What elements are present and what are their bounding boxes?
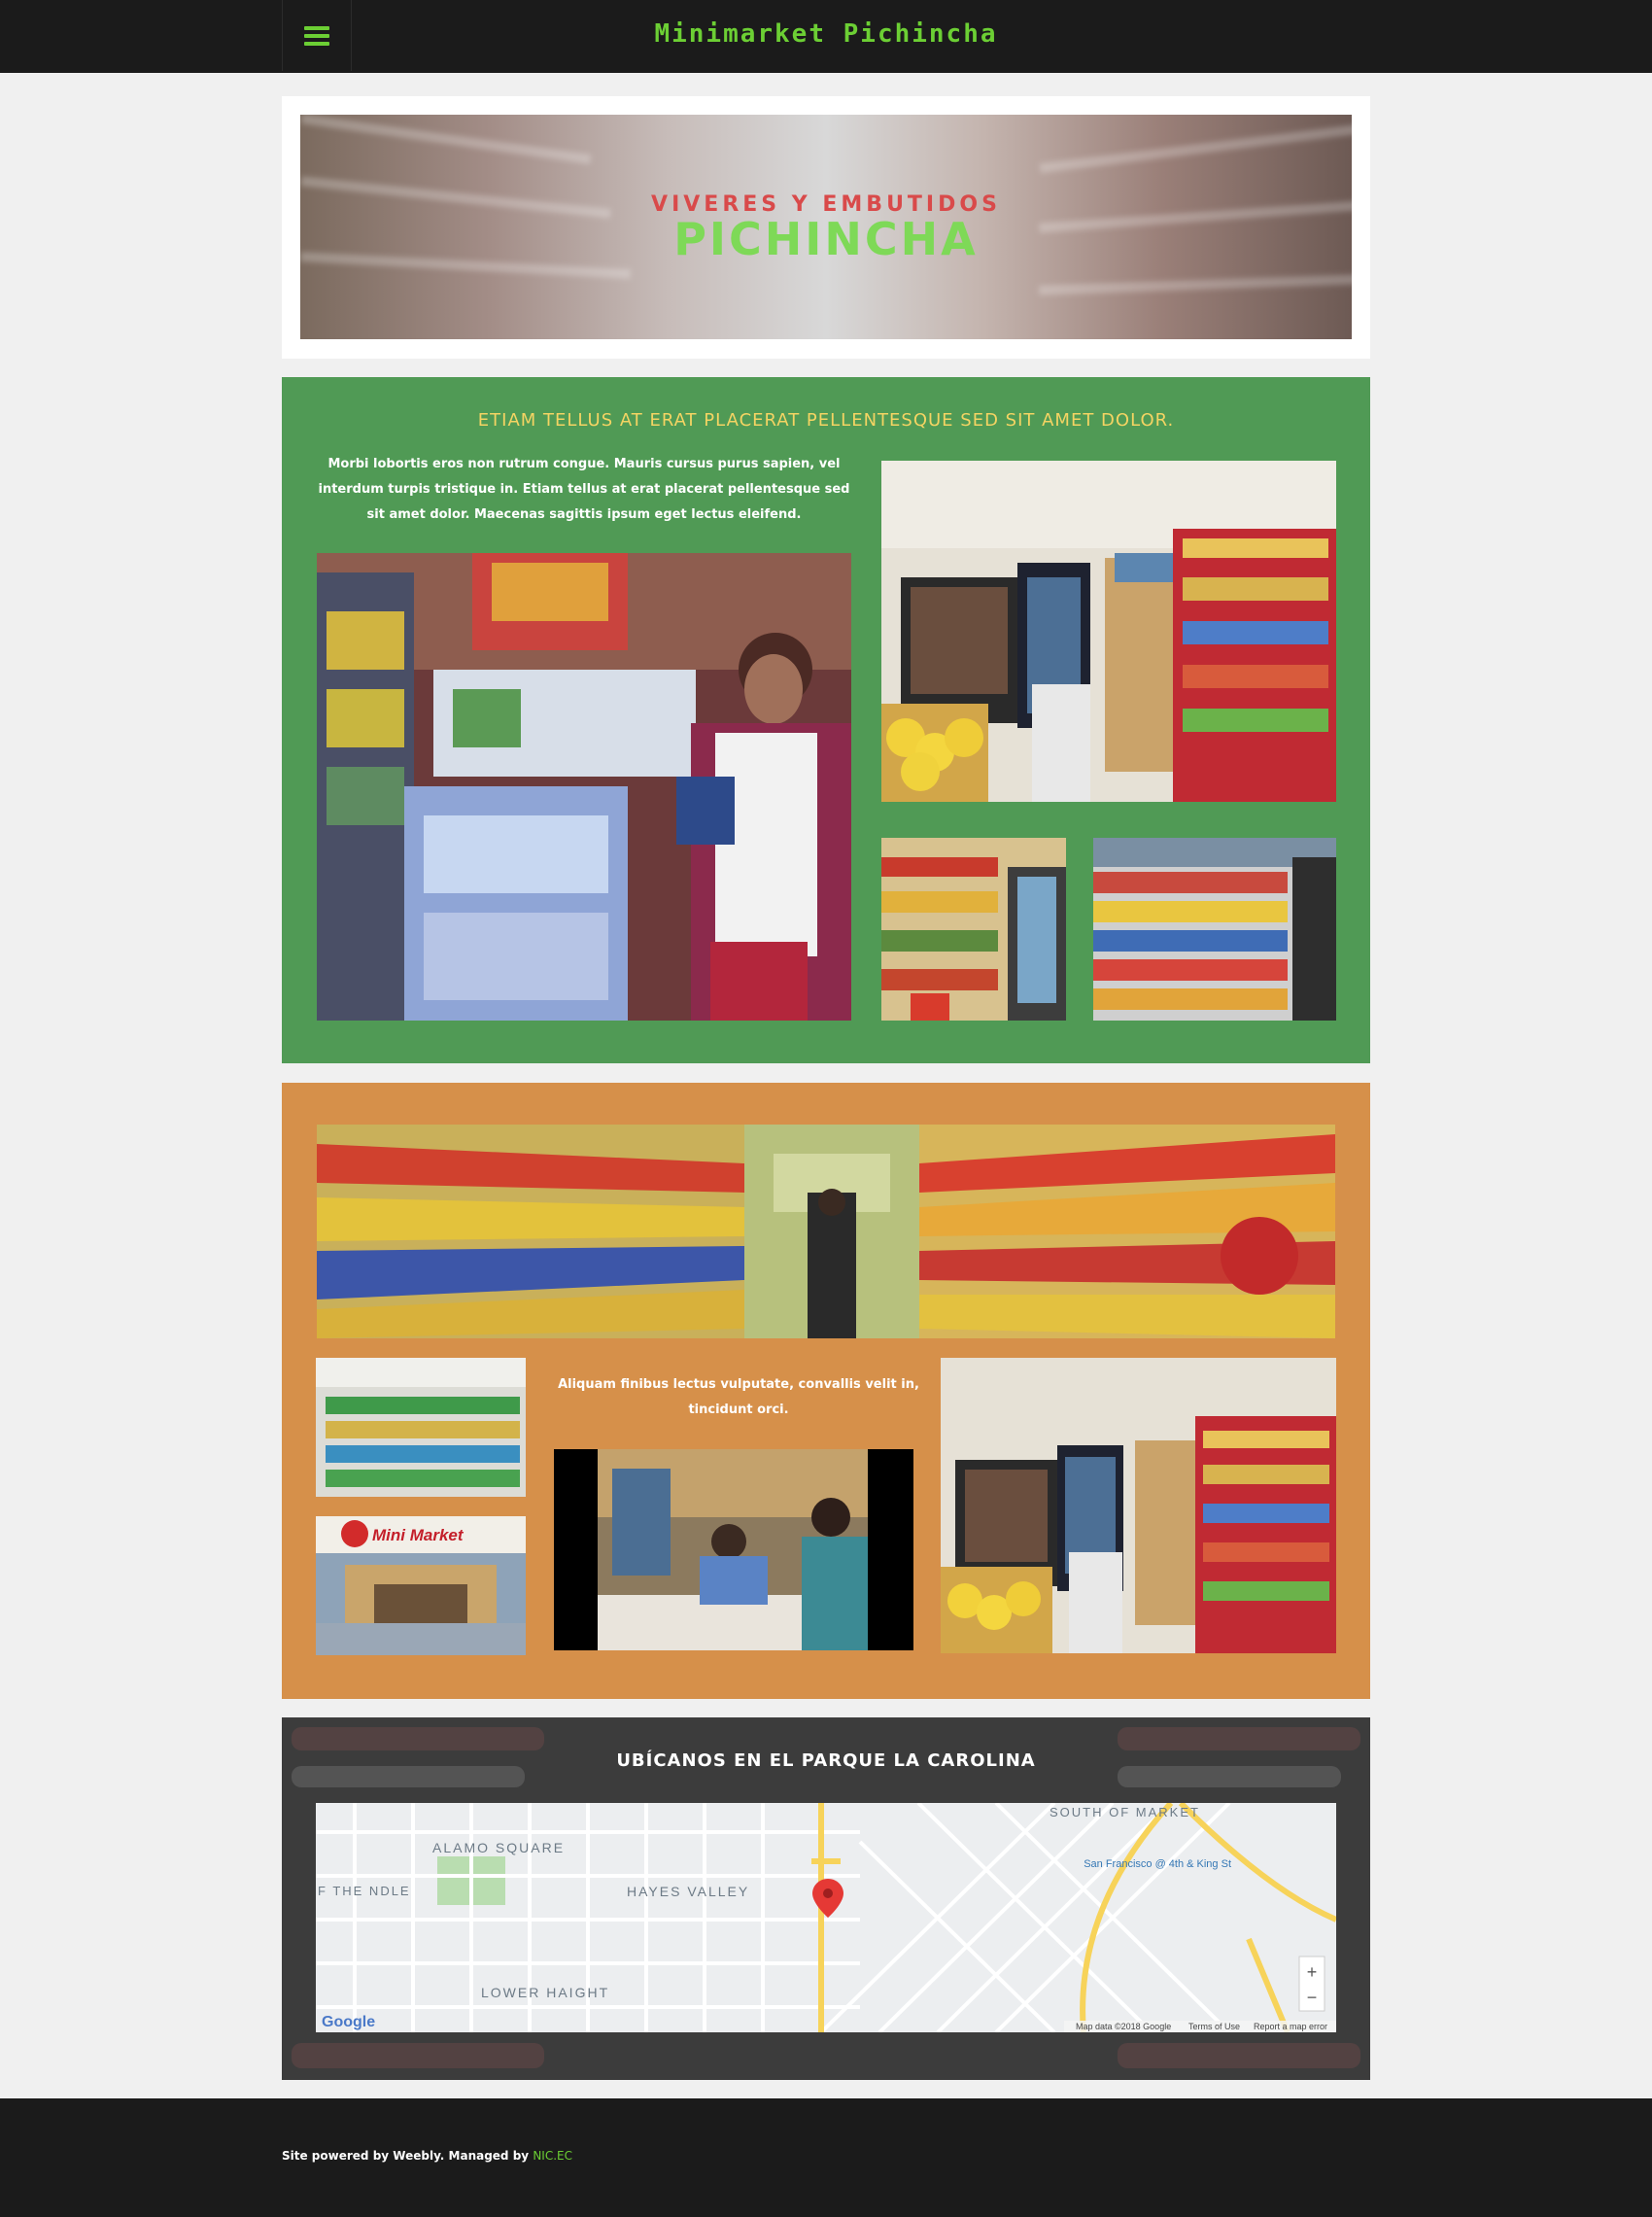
photo-aisle-panorama[interactable]	[317, 1125, 1335, 1338]
store-sign-text: Mini Market	[372, 1526, 465, 1544]
hero-banner: VIVERES Y EMBUTIDOS PICHINCHA	[282, 96, 1370, 359]
photo-snack-aisle-image	[1093, 838, 1336, 1021]
map-terms-link[interactable]: Terms of Use	[1188, 2022, 1240, 2031]
photo-aisle-panorama-image	[317, 1125, 1335, 1338]
footer-credit: Site powered by Weebly. Managed by	[282, 2149, 530, 2163]
photo-store-interior-2-image	[941, 1358, 1336, 1653]
photo-store-shelves-green[interactable]	[316, 1358, 526, 1497]
site-title[interactable]: Minimarket Pichincha	[0, 19, 1652, 49]
video-cashier-image	[554, 1449, 913, 1650]
photo-store-interior[interactable]	[881, 461, 1336, 802]
map-canvas: ALAMO SQUARE HAYES VALLEY LOWER HAIGHT S…	[316, 1803, 1336, 2032]
map-label-south-of-market: SOUTH OF MARKET	[1050, 1805, 1200, 1819]
photo-store-shelves-green-image	[316, 1358, 526, 1497]
section-body-text: Aliquam finibus lectus vulputate, conval…	[558, 1377, 919, 1417]
map-zoom-out-button[interactable]: −	[1307, 1988, 1318, 2007]
hero-image: VIVERES Y EMBUTIDOS PICHINCHA	[300, 115, 1352, 339]
photo-snack-aisle[interactable]	[1093, 838, 1336, 1021]
footer-text: Site powered by Weebly. Managed by NIC.E…	[282, 2149, 572, 2163]
google-logo: Google	[322, 2014, 375, 2030]
photo-minimarket-entrance[interactable]: Mini Market	[316, 1516, 526, 1655]
map-label-panhandle: F THE NDLE	[318, 1884, 411, 1898]
footer-link-nic[interactable]: NIC.EC	[533, 2149, 572, 2163]
store-gallery-section: ETIAM TELLUS AT ERAT PLACERAT PELLENTESQ…	[282, 377, 1370, 1063]
map-label-lower-haight: LOWER HAIGHT	[481, 1985, 609, 2000]
map-zoom-in-button[interactable]: +	[1307, 1962, 1318, 1982]
hero-title: PICHINCHA	[673, 213, 979, 265]
map-attribution: Map data ©2018 Google	[1076, 2022, 1171, 2031]
map-report-error-link[interactable]: Report a map error	[1254, 2022, 1327, 2031]
video-cashier[interactable]	[554, 1449, 913, 1650]
photo-vendor-counter[interactable]	[317, 553, 851, 1021]
top-navigation-bar: Minimarket Pichincha	[0, 0, 1652, 73]
section-heading: UBÍCANOS EN EL PARQUE LA CAROLINA	[616, 1750, 1036, 1771]
google-map[interactable]: ALAMO SQUARE HAYES VALLEY LOWER HAIGHT S…	[316, 1803, 1336, 2032]
map-label-alamo: ALAMO SQUARE	[432, 1840, 565, 1855]
aisles-gallery-section: Mini Market Aliquam finibus lectus vulpu…	[282, 1083, 1370, 1699]
section-heading: ETIAM TELLUS AT ERAT PLACERAT PELLENTESQ…	[477, 410, 1175, 431]
photo-shelves-left[interactable]	[881, 838, 1066, 1021]
map-label-sf-station: San Francisco @ 4th & King St	[1084, 1858, 1231, 1870]
photo-minimarket-entrance-image: Mini Market	[316, 1516, 526, 1655]
location-section: UBÍCANOS EN EL PARQUE LA CAROLINA ALAMO …	[282, 1717, 1370, 2080]
photo-store-interior-image	[881, 461, 1336, 802]
section-body-text: Morbi lobortis eros non rutrum congue. M…	[318, 457, 850, 522]
map-label-hayes: HAYES VALLEY	[627, 1884, 749, 1899]
photo-vendor-counter-image	[317, 553, 851, 1021]
photo-shelves-left-image	[881, 838, 1066, 1021]
footer: Site powered by Weebly. Managed by NIC.E…	[0, 2098, 1652, 2217]
photo-store-interior-2[interactable]	[941, 1358, 1336, 1653]
